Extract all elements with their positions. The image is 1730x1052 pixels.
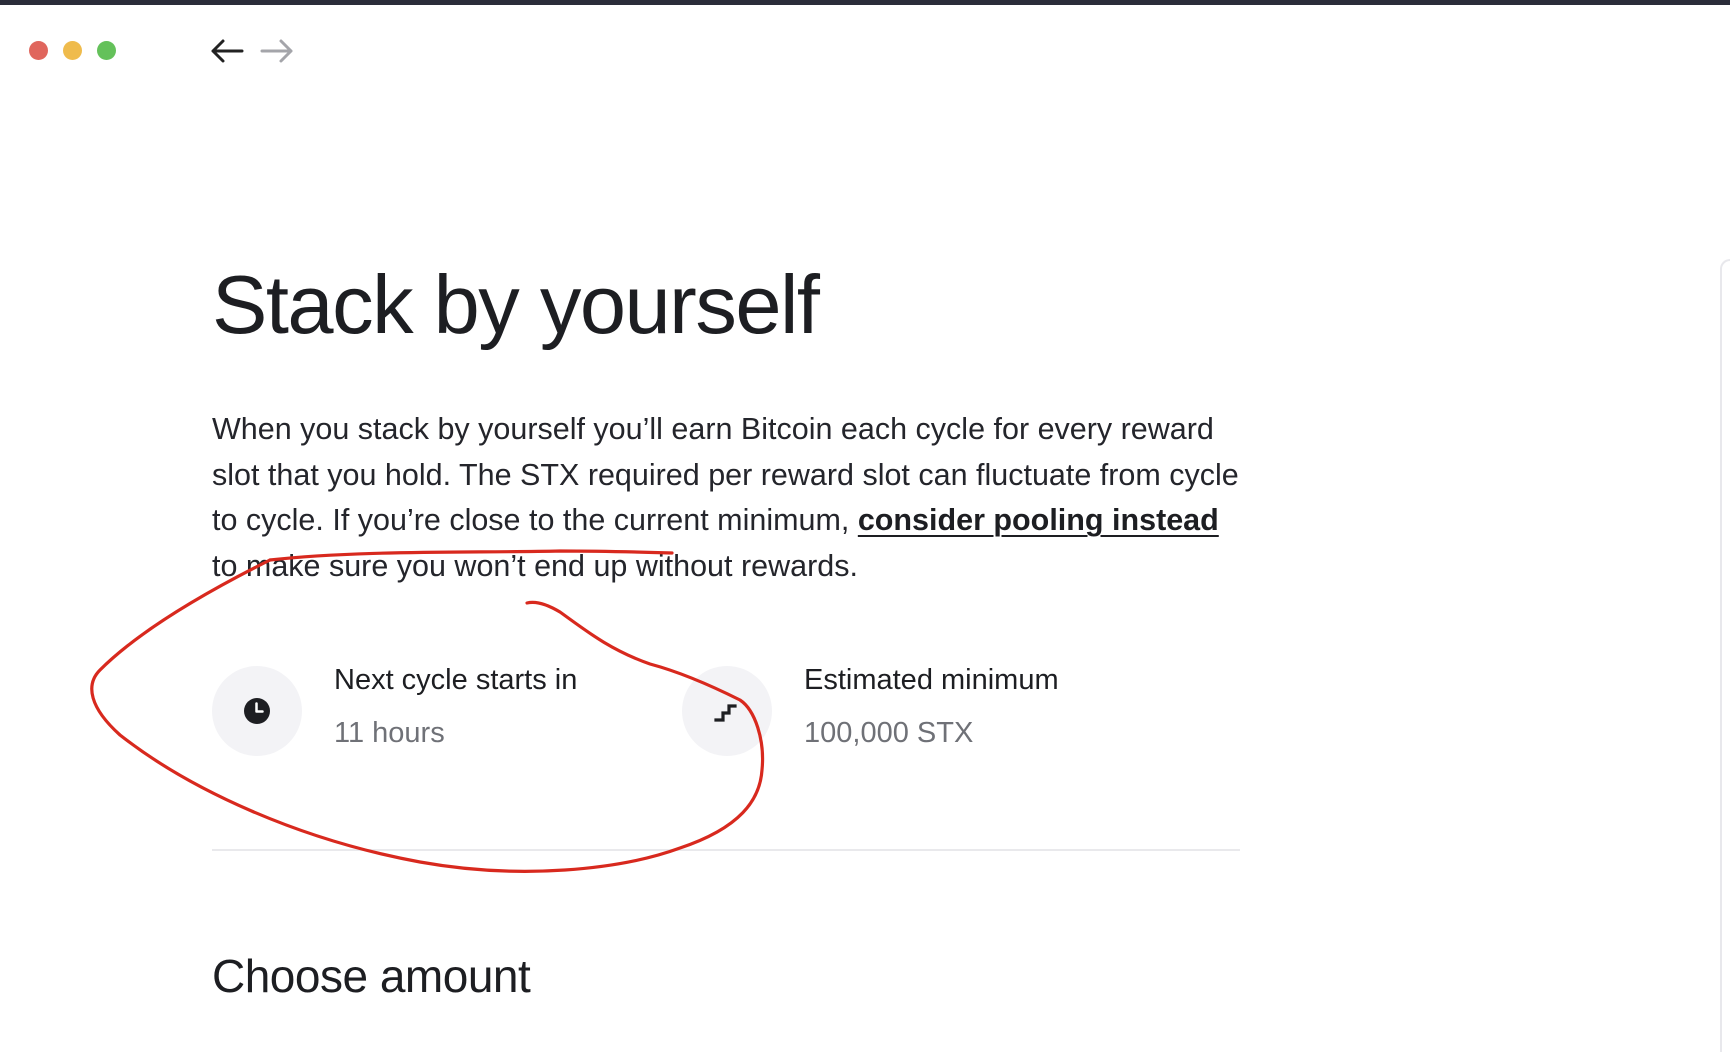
choose-amount-heading: Choose amount [212, 950, 531, 1002]
minimize-window-button[interactable] [63, 41, 82, 60]
estimated-minimum-value: 100,000 STX [804, 717, 974, 749]
arrow-right-icon [260, 39, 293, 63]
estimated-minimum-text: Estimated minimum 100,000 STX [804, 664, 1059, 756]
description-text-2: to make sure you won’t end up without re… [212, 548, 858, 583]
close-window-button[interactable] [29, 41, 48, 60]
next-cycle-icon-circle [212, 666, 302, 756]
next-cycle-value: 11 hours [334, 717, 445, 749]
section-divider [212, 849, 1240, 851]
estimated-minimum-icon-circle [682, 666, 772, 756]
estimated-minimum-label: Estimated minimum [804, 664, 1059, 696]
page-title: Stack by yourself [212, 258, 820, 351]
next-cycle-stat: Next cycle starts in 11 hours [212, 664, 577, 756]
back-button[interactable] [207, 33, 247, 69]
arrow-left-icon [211, 39, 244, 63]
window-controls [29, 41, 116, 60]
next-cycle-text: Next cycle starts in 11 hours [334, 664, 577, 756]
maximize-window-button[interactable] [97, 41, 116, 60]
consider-pooling-link[interactable]: consider pooling instead [858, 503, 1219, 537]
forward-button[interactable] [257, 33, 297, 69]
stairs-icon [714, 704, 737, 722]
cycle-stats: Next cycle starts in 11 hours Estimated … [212, 664, 1242, 758]
main-content: Stack by yourself When you stack by your… [212, 255, 1242, 589]
next-cycle-label: Next cycle starts in [334, 664, 578, 696]
side-panel-edge [1720, 259, 1730, 1052]
estimated-minimum-stat: Estimated minimum 100,000 STX [682, 664, 1059, 756]
clock-icon [244, 698, 270, 724]
page-description: When you stack by yourself you’ll earn B… [212, 407, 1242, 589]
